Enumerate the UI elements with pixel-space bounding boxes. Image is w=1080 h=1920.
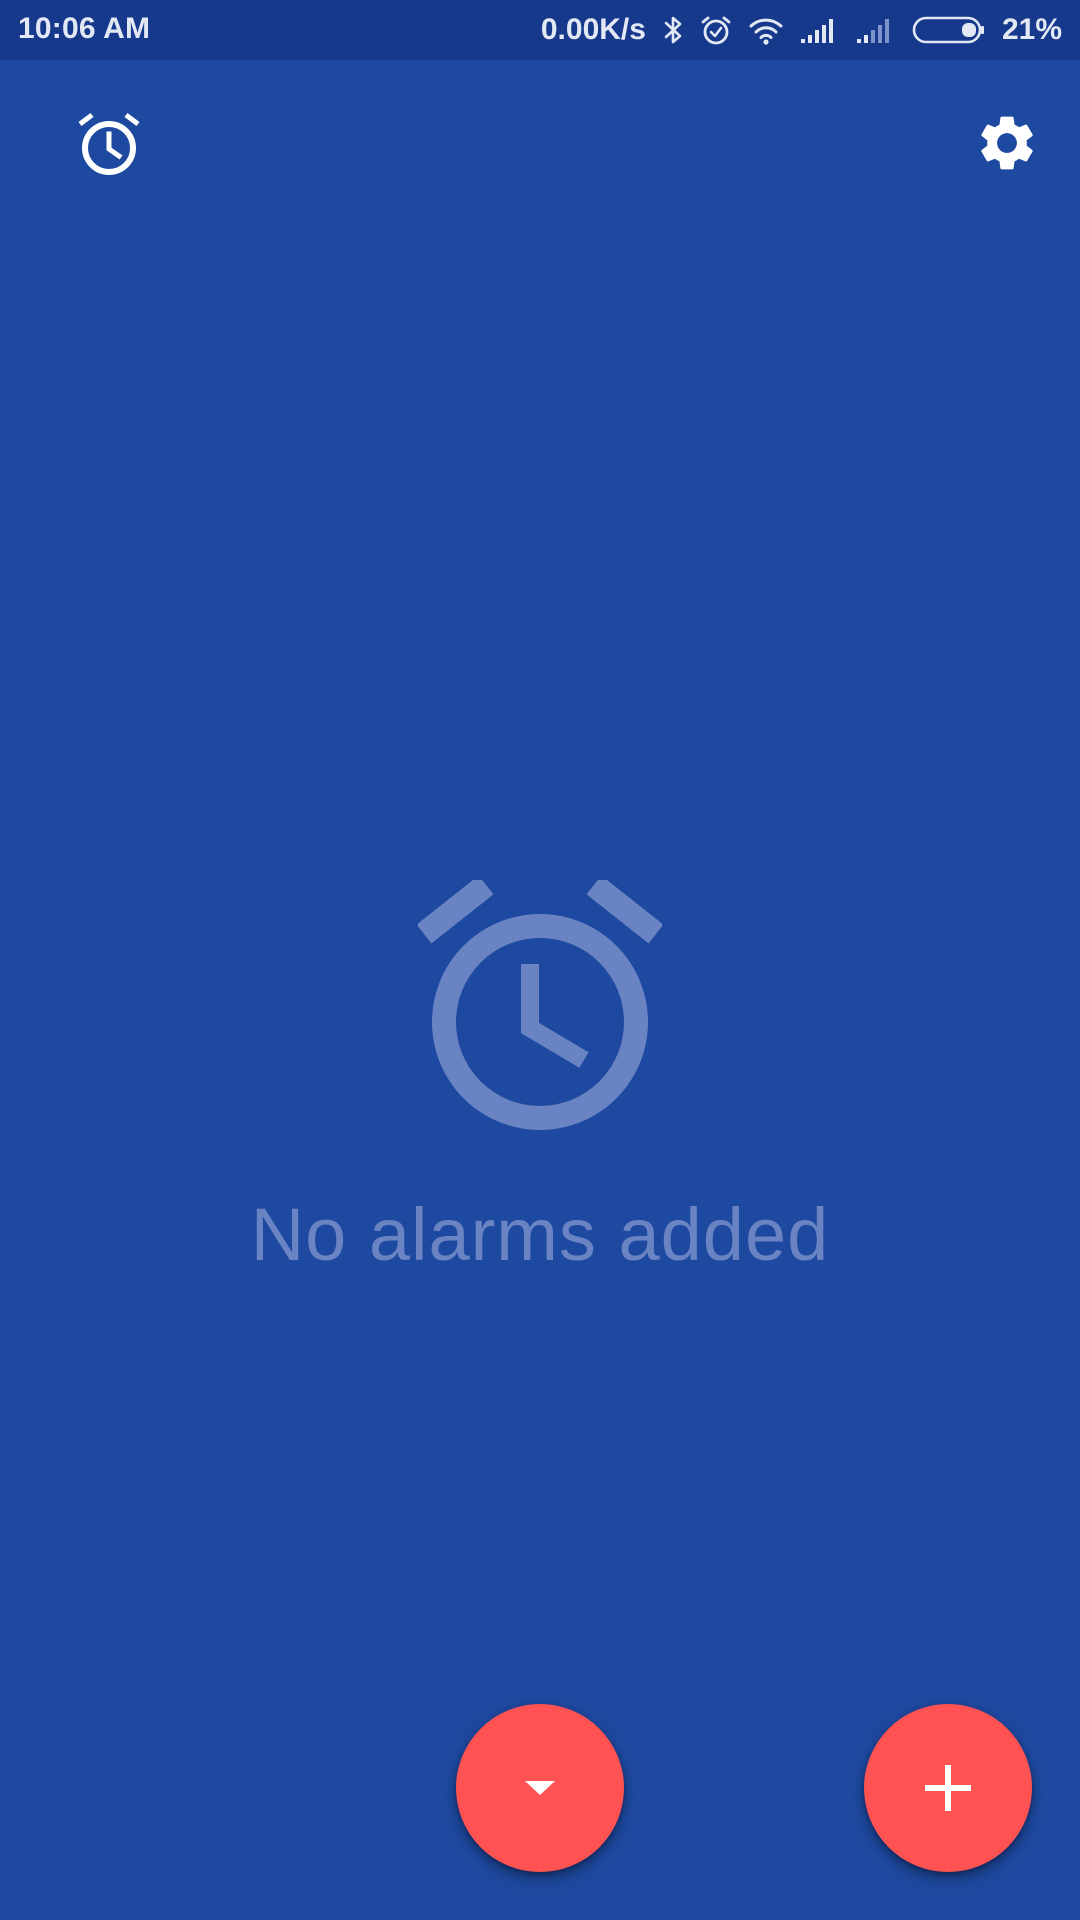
bluetooth-icon <box>664 16 682 44</box>
empty-state: No alarms added <box>0 880 1080 1277</box>
collapse-button[interactable] <box>456 1704 624 1872</box>
wifi-icon <box>749 18 783 45</box>
network-speed: 0.00K/s <box>540 13 646 46</box>
plus-icon <box>925 1765 971 1811</box>
settings-gear-icon[interactable] <box>974 110 1040 176</box>
signal-icon <box>800 19 833 43</box>
status-bar: 10:06 AM 0.00K/s 21% <box>0 0 1080 60</box>
signal-icon <box>856 19 889 43</box>
status-time: 10:06 AM <box>18 12 151 45</box>
battery-percent: 21% <box>1001 13 1062 46</box>
empty-message: No alarms added <box>250 1193 830 1276</box>
status-indicators: 0.00K/s 21% <box>541 0 1062 60</box>
add-alarm-button[interactable] <box>864 1704 1032 1872</box>
alarm-clock-icon <box>418 880 662 1130</box>
battery-icon <box>912 16 984 44</box>
alarm-clock-icon[interactable] <box>74 110 144 180</box>
alarm-icon <box>701 16 731 45</box>
caret-down-icon <box>525 1781 555 1795</box>
